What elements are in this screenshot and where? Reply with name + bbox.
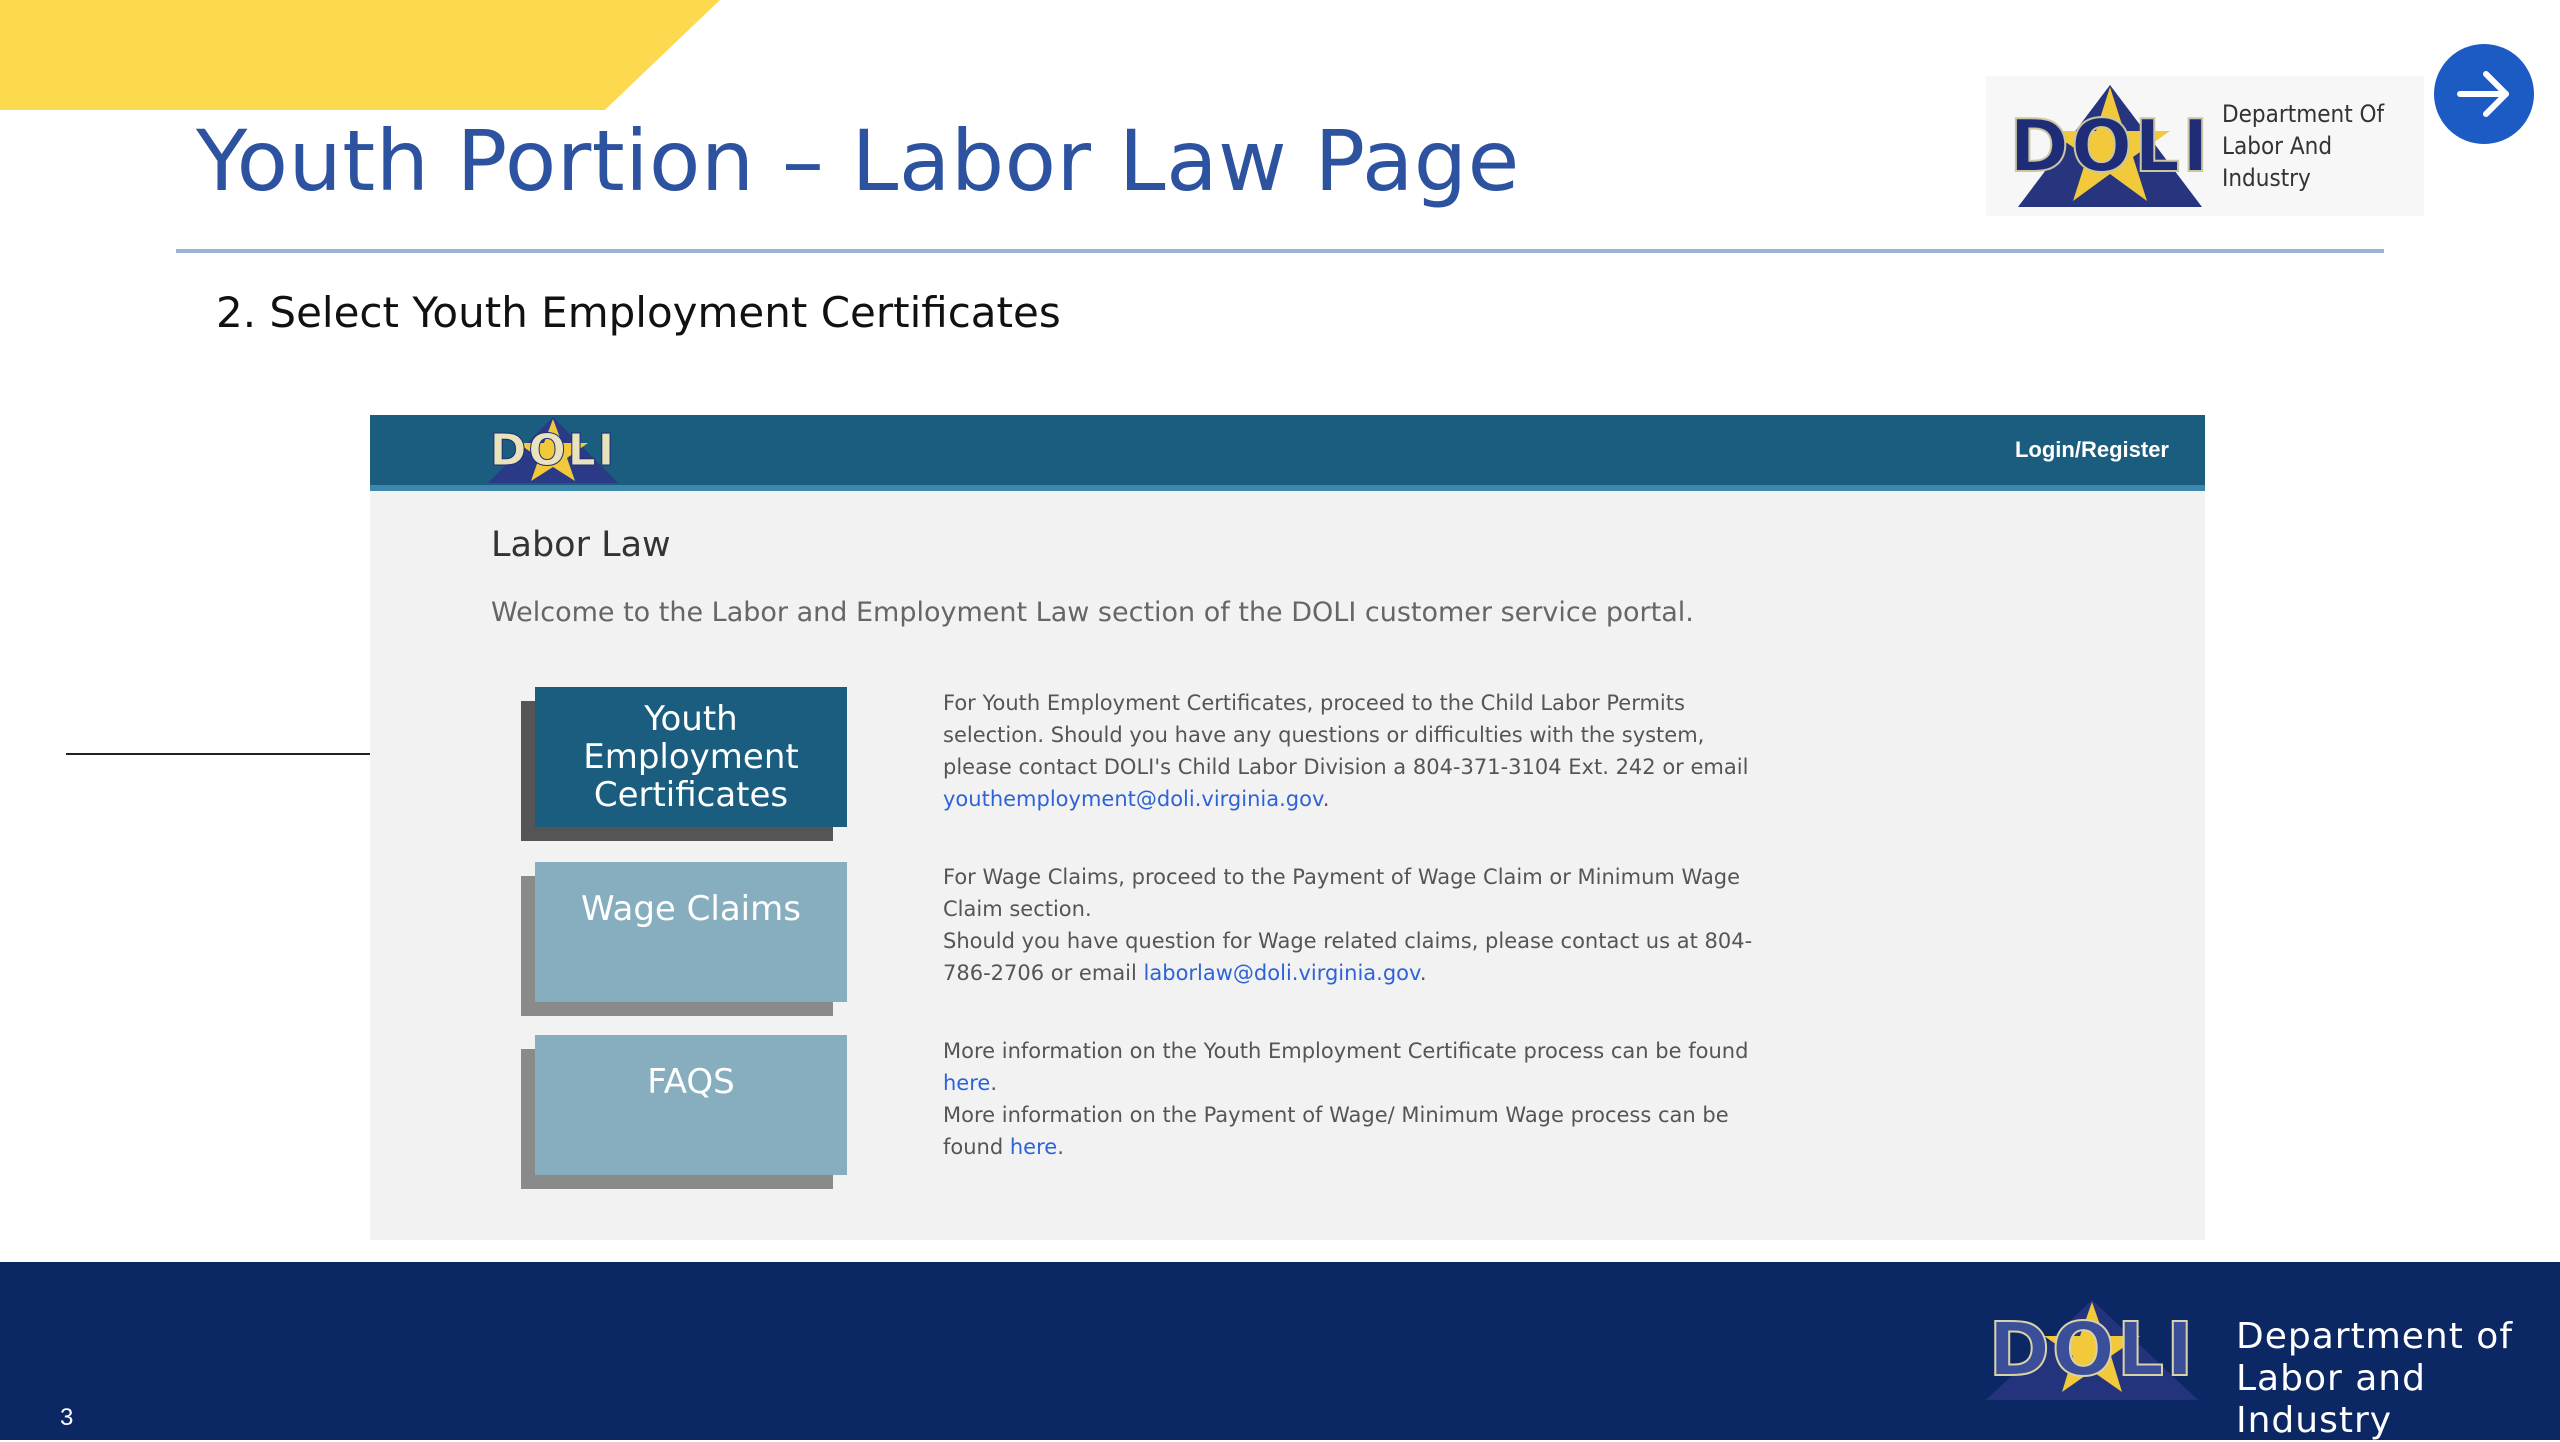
doli-header-logo: DOLI Department Of Labor And Industry: [1986, 76, 2424, 216]
footer-doli-logo: DOLI: [1980, 1298, 2204, 1402]
portal-doli-logo[interactable]: DOLI: [478, 415, 628, 485]
youth-employment-certificates-button[interactable]: Youth Employment Certificates: [535, 687, 847, 827]
portal-welcome-text: Welcome to the Labor and Employment Law …: [491, 597, 1694, 628]
laborlaw-email-link[interactable]: laborlaw@doli.virginia.gov: [1144, 961, 1420, 985]
footer-dept-name: Department of Labor and Industry: [2236, 1316, 2513, 1441]
youth-info-text: For Youth Employment Certificates, proce…: [943, 691, 1749, 811]
wage-info-text: For Wage Claims, proceed to the Payment …: [943, 865, 1753, 985]
dept-caption: Department Of Labor And Industry: [2222, 100, 2385, 192]
faqs-button[interactable]: FAQS: [535, 1035, 847, 1175]
faq-info-text: More information on the Youth Employment…: [943, 1039, 1749, 1159]
slide-title: Youth Portion – Labor Law Page: [196, 112, 1520, 210]
wage-process-here-link[interactable]: here: [1010, 1135, 1057, 1159]
arrow-right-icon: [2457, 71, 2509, 117]
wage-claims-button[interactable]: Wage Claims: [535, 862, 847, 1002]
title-divider: [176, 249, 2384, 253]
page-number: 3: [60, 1404, 74, 1431]
portal-screenshot: DOLI Login/Register Labor Law Welcome to…: [370, 415, 2205, 1240]
youth-process-here-link[interactable]: here: [943, 1071, 990, 1095]
yellow-accent-band: [0, 0, 720, 110]
next-slide-button[interactable]: [2434, 44, 2534, 144]
login-register-link[interactable]: Login/Register: [2015, 437, 2169, 463]
portal-heading: Labor Law: [491, 525, 671, 565]
portal-navbar: DOLI Login/Register: [370, 415, 2205, 491]
youth-email-link[interactable]: youthemployment@doli.virginia.gov: [943, 787, 1323, 811]
step-instruction: 2. Select Youth Employment Certificates: [216, 288, 1061, 337]
slide-footer: 3 DOLI Department of Labor and Industry: [0, 1262, 2560, 1441]
doli-logo-mark: DOLI: [2008, 81, 2210, 211]
